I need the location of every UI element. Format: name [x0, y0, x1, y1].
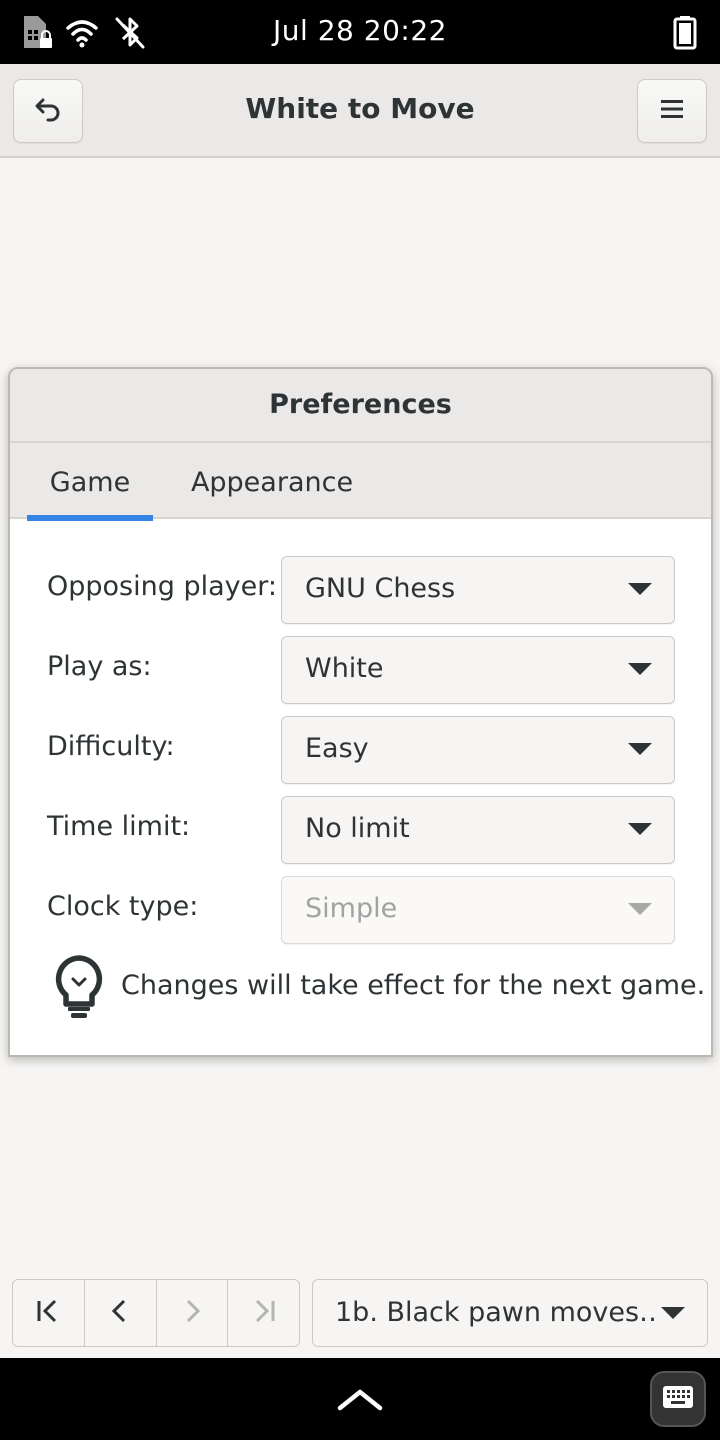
skip-to-end-icon: [250, 1297, 278, 1329]
status-bar: Jul 28 20:22: [0, 0, 720, 64]
bottom-system-bar: [0, 1358, 720, 1440]
chevron-left-icon: [106, 1297, 134, 1329]
tab-label: Game: [49, 467, 131, 498]
hamburger-menu-icon: [659, 96, 685, 126]
lightbulb-icon: [52, 954, 106, 1020]
battery-icon: [667, 14, 703, 50]
previous-move-button[interactable]: [85, 1280, 157, 1346]
move-navigation-group: [12, 1279, 300, 1347]
play-as-combo[interactable]: White: [281, 636, 675, 704]
first-move-button[interactable]: [13, 1280, 85, 1346]
main-menu-button[interactable]: [637, 79, 707, 143]
keyboard-toggle-button[interactable]: [650, 1371, 706, 1427]
combo-value: No limit: [305, 813, 410, 844]
opposing-player-label: Opposing player:: [47, 571, 277, 602]
combo-value: Simple: [305, 893, 398, 924]
tab-bar: Game Appearance: [10, 443, 711, 521]
header-bar: White to Move: [0, 64, 720, 158]
difficulty-combo[interactable]: Easy: [281, 716, 675, 784]
combo-value: Easy: [305, 733, 369, 764]
dropdown-arrow-icon: [661, 1307, 685, 1319]
clock: Jul 28 20:22: [273, 14, 447, 47]
play-as-label: Play as:: [47, 651, 152, 682]
window-title: White to Move: [245, 92, 475, 125]
dropdown-arrow-icon: [628, 583, 652, 595]
next-move-button: [157, 1280, 229, 1346]
hint-text: Changes will take effect for the next ga…: [121, 970, 706, 1001]
chevron-right-icon: [178, 1297, 206, 1329]
tab-appearance[interactable]: Appearance: [182, 443, 362, 519]
skip-to-start-icon: [34, 1297, 62, 1329]
dropdown-arrow-icon: [628, 743, 652, 755]
preferences-dialog: Preferences Game Appearance Opposing pla…: [8, 367, 713, 1057]
clock-type-label: Clock type:: [47, 891, 199, 922]
move-history-combo[interactable]: 1b. Black pawn moves…: [312, 1279, 708, 1347]
difficulty-label: Difficulty:: [47, 731, 175, 762]
dropdown-arrow-icon: [628, 663, 652, 675]
dialog-title: Preferences: [10, 369, 711, 443]
tab-game[interactable]: Game: [27, 443, 153, 521]
undo-icon: [33, 94, 63, 128]
undo-button[interactable]: [13, 79, 83, 143]
dropdown-arrow-icon: [628, 823, 652, 835]
combo-value: White: [305, 653, 384, 684]
keyboard-icon: [662, 1384, 694, 1414]
tab-label: Appearance: [190, 467, 354, 498]
last-move-button: [228, 1280, 299, 1346]
opposing-player-combo[interactable]: GNU Chess: [281, 556, 675, 624]
clock-type-combo: Simple: [281, 876, 675, 944]
time-limit-label: Time limit:: [47, 811, 191, 842]
time-limit-combo[interactable]: No limit: [281, 796, 675, 864]
dropdown-arrow-icon: [628, 903, 652, 915]
move-history-value: 1b. Black pawn moves…: [335, 1297, 655, 1328]
combo-value: GNU Chess: [305, 573, 456, 604]
chevron-up-icon[interactable]: [336, 1386, 384, 1412]
